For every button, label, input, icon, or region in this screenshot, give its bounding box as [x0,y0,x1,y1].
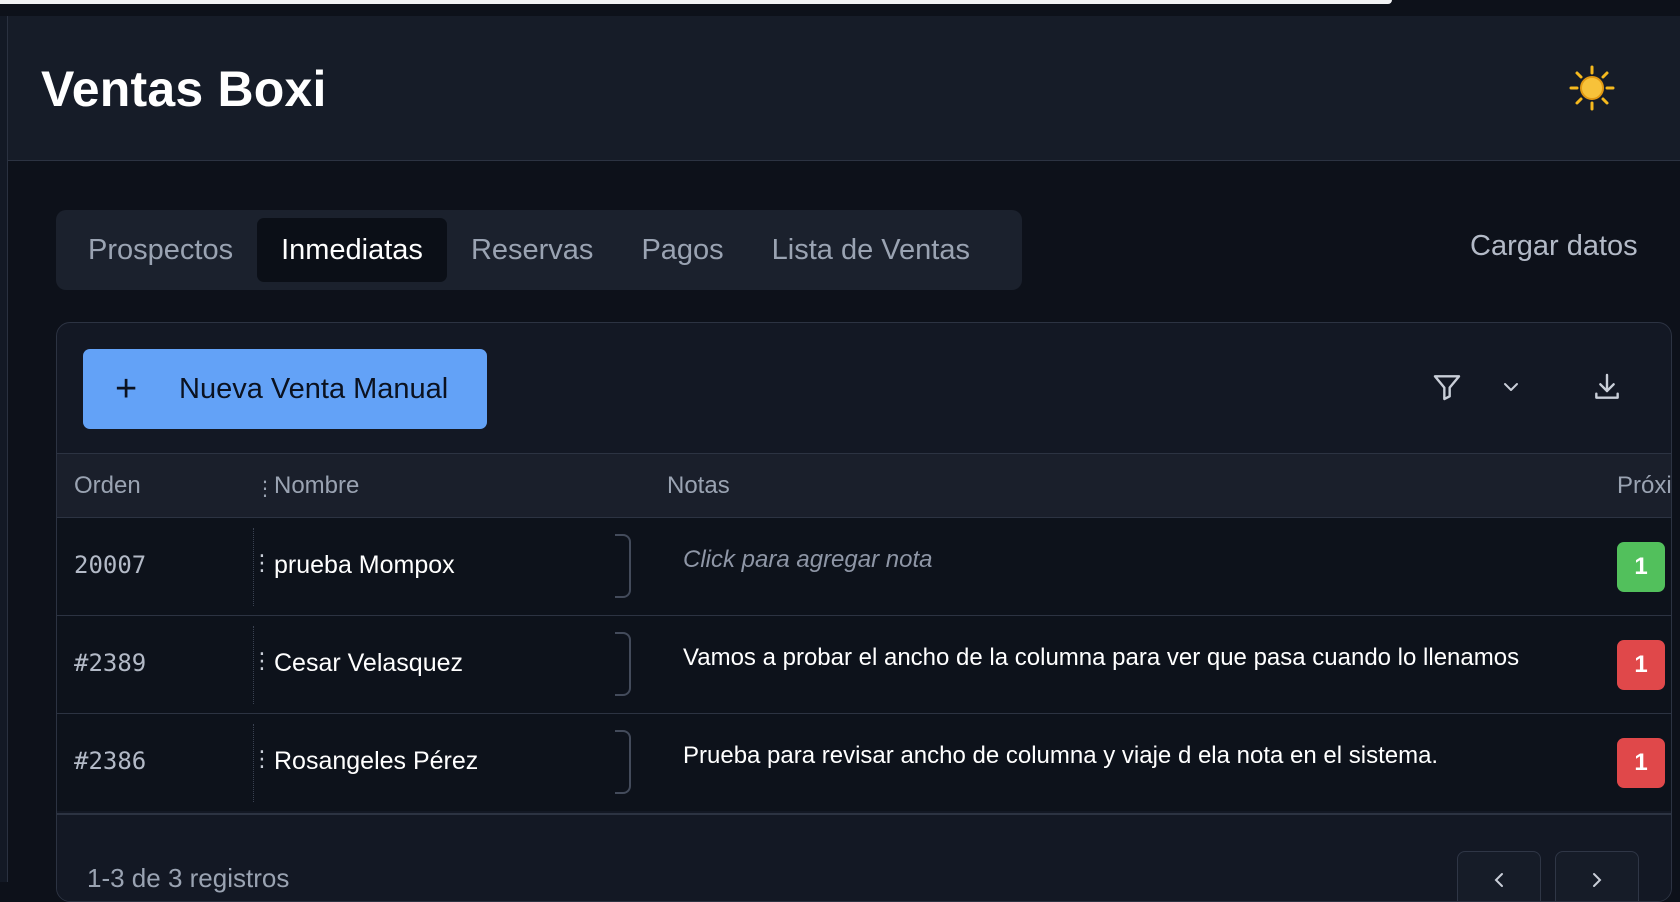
status-badge: 1 [1617,542,1665,592]
order-number: #2386 [74,747,147,775]
table-row[interactable]: #2389 ⋮ Cesar Velasquez Vamos a probar e… [57,615,1671,713]
pagination-summary: 1-3 de 3 registros [87,863,290,893]
column-resize-handle[interactable]: ⋮ [255,476,275,501]
order-number: 20007 [74,551,147,579]
drag-handle-icon[interactable]: ⋮ [251,748,273,770]
tab-lista-de-ventas[interactable]: Lista de Ventas [748,218,994,282]
table-header: Orden ⋮ Nombre Notas Próxi [57,453,1671,517]
next-page-button[interactable] [1555,851,1639,901]
browser-top-strip [0,0,1680,16]
tab-prospectos[interactable]: Prospectos [64,218,257,282]
status-badge: 1 [1617,640,1665,690]
previous-page-button[interactable] [1457,851,1541,901]
order-number: #2389 [74,649,147,677]
chevron-left-icon [1494,873,1503,887]
sales-tabs: Prospectos Inmediatas Reservas Pagos Lis… [56,210,1022,290]
sun-icon [1569,65,1615,111]
note-cell[interactable]: Vamos a probar el ancho de la columna pa… [683,644,1519,672]
column-header-proximo[interactable]: Próxi [1617,472,1671,500]
tab-reservas[interactable]: Reservas [447,218,618,282]
column-header-nombre[interactable]: Nombre [274,472,359,500]
sales-table-card: + Nueva Venta Manual Orden ⋮ Nombre Nota… [56,322,1672,902]
note-cell[interactable]: Click para agregar nota [683,546,932,574]
chevron-right-icon [1593,873,1602,887]
column-header-notas[interactable]: Notas [667,472,730,500]
table-footer: 1-3 de 3 registros [57,813,1671,901]
left-sidebar-edge [0,16,8,882]
app-title: Ventas Boxi [41,61,327,117]
top-bar-edge [0,0,1392,4]
filter-button[interactable] [1427,367,1467,407]
note-cell[interactable]: Prueba para revisar ancho de columna y v… [683,742,1438,770]
chevron-down-icon [1504,383,1518,391]
drag-handle-icon[interactable]: ⋮ [251,552,273,574]
customer-name[interactable]: Rosangeles Pérez [274,747,478,776]
column-header-orden[interactable]: Orden [74,472,141,500]
column-bracket [615,730,631,794]
status-badge: 1 [1617,738,1665,788]
drag-handle-icon[interactable]: ⋮ [251,650,273,672]
tab-inmediatas[interactable]: Inmediatas [257,218,447,282]
table-row[interactable]: #2386 ⋮ Rosangeles Pérez Prueba para rev… [57,713,1671,811]
customer-name[interactable]: Cesar Velasquez [274,649,463,678]
download-icon [1595,373,1619,399]
load-data-button[interactable]: Cargar datos [1470,230,1638,263]
table-row[interactable]: 20007 ⋮ prueba Mompox Click para agregar… [57,517,1671,615]
filter-dropdown-button[interactable] [1491,367,1531,407]
column-bracket [615,534,631,598]
app-header: Ventas Boxi [8,16,1680,161]
new-manual-sale-label: Nueva Venta Manual [179,372,449,405]
filter-icon [1433,375,1461,401]
customer-name[interactable]: prueba Mompox [274,551,455,580]
plus-icon: + [115,368,138,410]
download-button[interactable] [1587,367,1627,407]
new-manual-sale-button[interactable]: + Nueva Venta Manual [83,349,487,429]
column-bracket [615,632,631,696]
theme-toggle-button[interactable] [1562,58,1622,118]
tab-pagos[interactable]: Pagos [617,218,747,282]
